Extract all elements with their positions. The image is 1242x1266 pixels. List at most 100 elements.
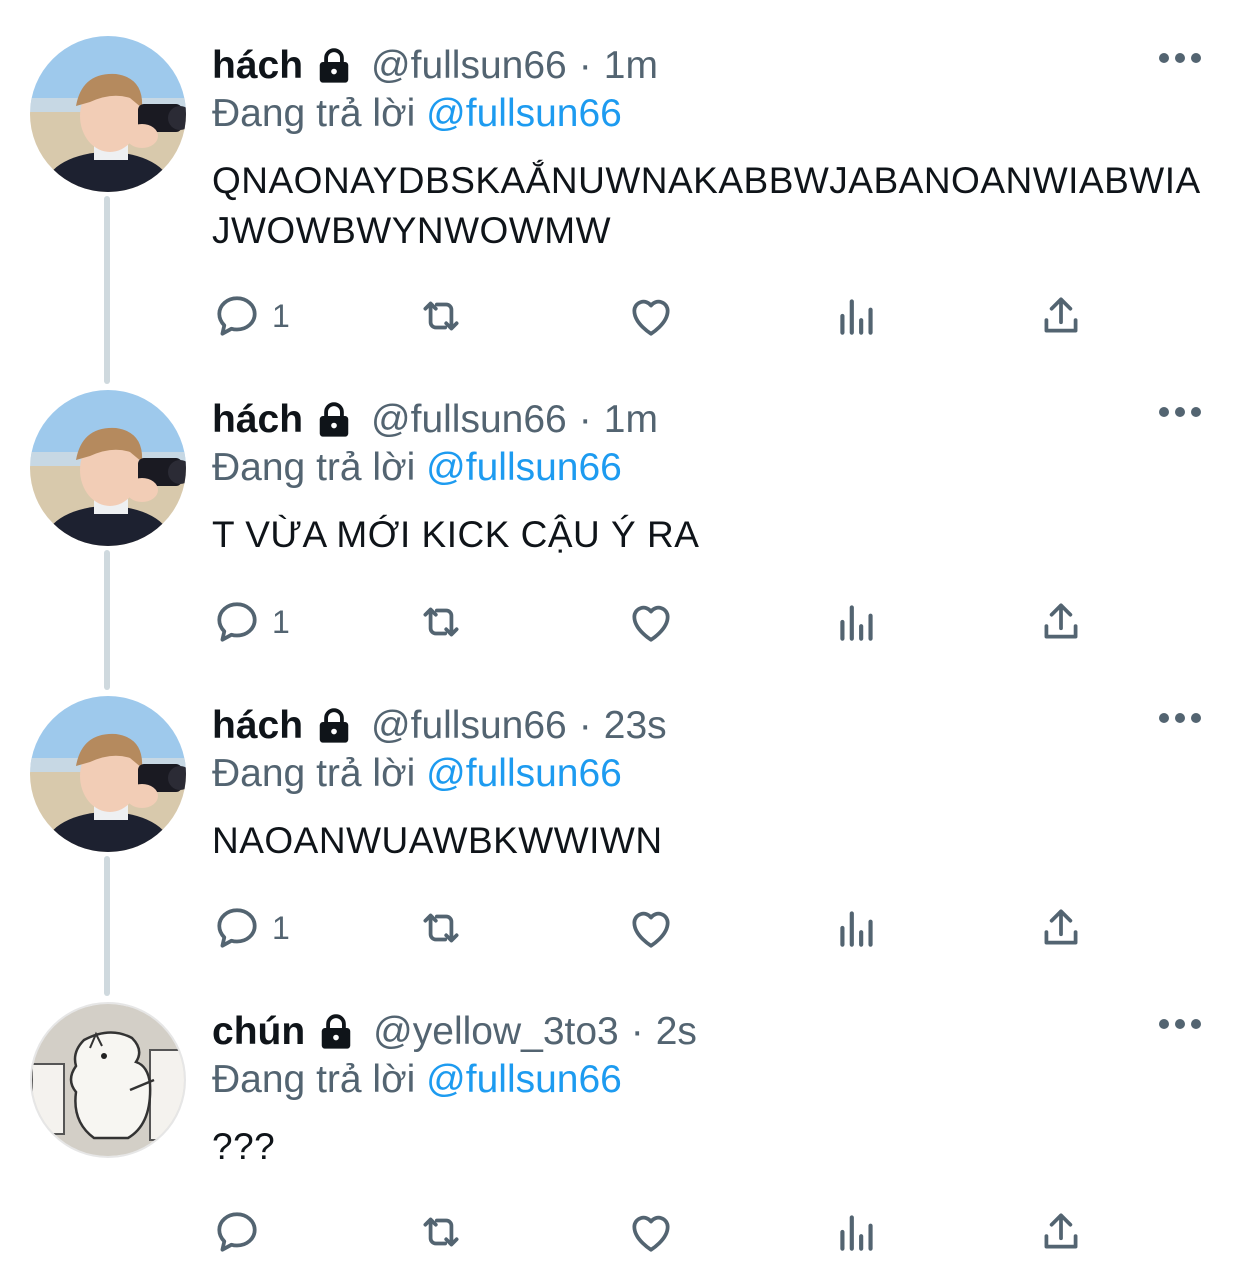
more-icon[interactable] xyxy=(1158,48,1202,68)
tweet[interactable]: chún @yellow_3to3 · 2s Đang trả lời @ful… xyxy=(0,966,1242,1266)
tweet-header: hách @fullsun66 · 23s xyxy=(212,700,667,752)
separator-dot: · xyxy=(578,704,592,747)
retweet-button[interactable] xyxy=(416,898,466,958)
retweet-icon xyxy=(416,903,466,953)
reply-button[interactable]: 1 xyxy=(212,898,290,958)
share-icon xyxy=(1036,903,1086,953)
replying-label: Đang trả lời xyxy=(212,446,416,489)
tweet-header: chún @yellow_3to3 · 2s xyxy=(212,1006,697,1058)
username[interactable]: @yellow_3to3 xyxy=(373,1010,619,1054)
replying-to: Đang trả lời @fullsun66 xyxy=(212,446,622,490)
avatar[interactable] xyxy=(30,36,186,192)
retweet-icon xyxy=(416,1207,466,1257)
username[interactable]: @fullsun66 xyxy=(371,398,567,442)
photo-avatar-camera-icon xyxy=(30,696,186,852)
timestamp[interactable]: 1m xyxy=(604,398,658,442)
analytics-icon xyxy=(832,291,882,341)
share-button[interactable] xyxy=(1036,286,1086,346)
avatar[interactable] xyxy=(30,696,186,852)
views-button[interactable] xyxy=(832,898,882,958)
mention-link[interactable]: @fullsun66 xyxy=(426,92,622,135)
lock-icon xyxy=(315,707,353,745)
share-icon xyxy=(1036,291,1086,341)
like-button[interactable] xyxy=(626,1202,676,1262)
reply-icon xyxy=(212,597,262,647)
action-bar: 1 xyxy=(212,286,1112,346)
action-bar: 1 xyxy=(212,592,1112,652)
more-icon[interactable] xyxy=(1158,402,1202,422)
reply-count: 1 xyxy=(272,297,290,334)
tweet-text: T VỪA MỚI KICK CẬU Ý RA xyxy=(212,514,700,555)
timestamp[interactable]: 2s xyxy=(656,1010,697,1054)
display-name[interactable]: hách xyxy=(212,398,303,442)
replying-label: Đang trả lời xyxy=(212,1058,416,1101)
tweet[interactable]: hách @fullsun66 · 1m Đang trả lời @fulls… xyxy=(0,354,1242,660)
tweet[interactable]: hách @fullsun66 · 1m Đang trả lời @fulls… xyxy=(0,0,1242,354)
timestamp[interactable]: 1m xyxy=(604,44,658,88)
like-button[interactable] xyxy=(626,286,676,346)
share-button[interactable] xyxy=(1036,592,1086,652)
more-icon[interactable] xyxy=(1158,1014,1202,1034)
lock-icon xyxy=(315,401,353,439)
tweet-text: QNAONAYDBSKAẮNUWNAKABBWJABANOANWIABWIAJW… xyxy=(212,160,1201,251)
avatar[interactable] xyxy=(30,1002,186,1158)
replying-label: Đang trả lời xyxy=(212,92,416,135)
username[interactable]: @fullsun66 xyxy=(371,704,567,748)
replying-label: Đang trả lời xyxy=(212,752,416,795)
heart-icon xyxy=(626,1207,676,1257)
tweet-text: ??? xyxy=(212,1126,276,1167)
separator-dot: · xyxy=(630,1010,644,1053)
action-bar xyxy=(212,1202,1112,1262)
separator-dot: · xyxy=(578,44,592,87)
tweet[interactable]: hách @fullsun66 · 23s Đang trả lời @full… xyxy=(0,660,1242,966)
action-bar: 1 xyxy=(212,898,1112,958)
avatar[interactable] xyxy=(30,390,186,546)
more-icon[interactable] xyxy=(1158,708,1202,728)
reply-count: 1 xyxy=(272,909,290,946)
share-button[interactable] xyxy=(1036,898,1086,958)
tweet-text: NAOANWUAWBKWWIWN xyxy=(212,820,663,861)
analytics-icon xyxy=(832,1207,882,1257)
heart-icon xyxy=(626,291,676,341)
replying-to: Đang trả lời @fullsun66 xyxy=(212,1058,622,1102)
analytics-icon xyxy=(832,903,882,953)
views-button[interactable] xyxy=(832,592,882,652)
retweet-button[interactable] xyxy=(416,592,466,652)
timestamp[interactable]: 23s xyxy=(604,704,667,748)
display-name[interactable]: hách xyxy=(212,704,303,748)
reply-button[interactable]: 1 xyxy=(212,286,290,346)
separator-dot: · xyxy=(578,398,592,441)
reply-button[interactable]: 1 xyxy=(212,592,290,652)
display-name[interactable]: chún xyxy=(212,1010,305,1054)
heart-icon xyxy=(626,903,676,953)
lock-icon xyxy=(315,47,353,85)
mention-link[interactable]: @fullsun66 xyxy=(426,1058,622,1101)
mention-link[interactable]: @fullsun66 xyxy=(426,752,622,795)
retweet-button[interactable] xyxy=(416,1202,466,1262)
like-button[interactable] xyxy=(626,592,676,652)
retweet-button[interactable] xyxy=(416,286,466,346)
reply-button[interactable] xyxy=(212,1202,272,1262)
retweet-icon xyxy=(416,291,466,341)
display-name[interactable]: hách xyxy=(212,44,303,88)
reply-count: 1 xyxy=(272,603,290,640)
retweet-icon xyxy=(416,597,466,647)
reply-icon xyxy=(212,1207,262,1257)
views-button[interactable] xyxy=(832,1202,882,1262)
lock-icon xyxy=(317,1013,355,1051)
analytics-icon xyxy=(832,597,882,647)
photo-avatar-camera-icon xyxy=(30,36,186,192)
photo-avatar-moomin-icon xyxy=(32,1004,184,1156)
heart-icon xyxy=(626,597,676,647)
replying-to: Đang trả lời @fullsun66 xyxy=(212,752,622,796)
share-icon xyxy=(1036,597,1086,647)
username[interactable]: @fullsun66 xyxy=(371,44,567,88)
replying-to: Đang trả lời @fullsun66 xyxy=(212,92,622,136)
share-icon xyxy=(1036,1207,1086,1257)
like-button[interactable] xyxy=(626,898,676,958)
share-button[interactable] xyxy=(1036,1202,1086,1262)
tweet-header: hách @fullsun66 · 1m xyxy=(212,40,658,92)
reply-icon xyxy=(212,291,262,341)
views-button[interactable] xyxy=(832,286,882,346)
mention-link[interactable]: @fullsun66 xyxy=(426,446,622,489)
